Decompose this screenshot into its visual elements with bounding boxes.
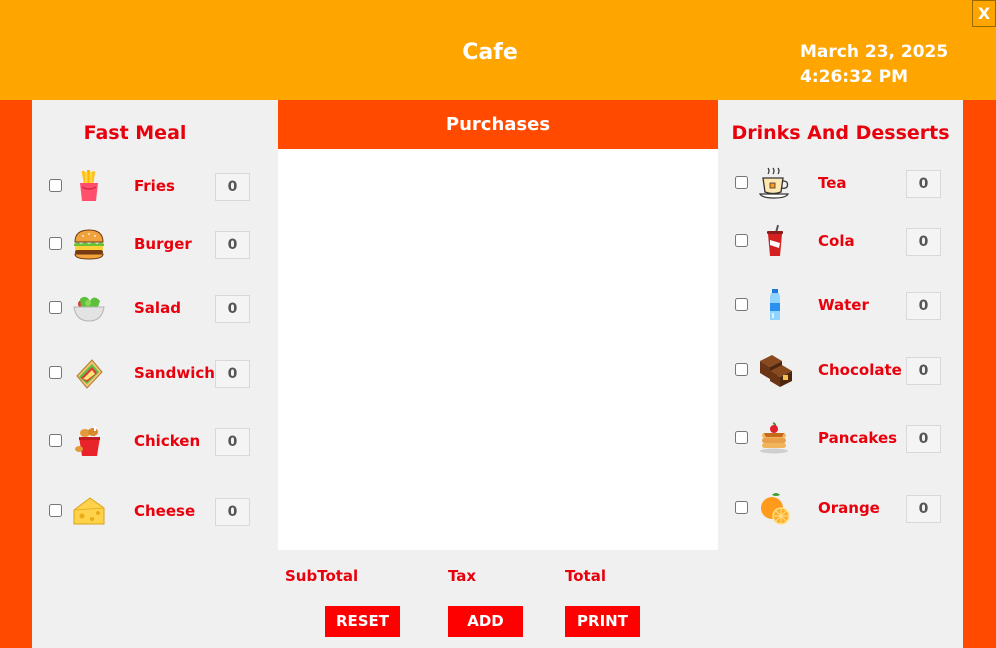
salad-icon (73, 296, 105, 322)
menu-item-salad: Salad 0 (32, 293, 278, 323)
pancakes-quantity-field[interactable]: 0 (906, 425, 941, 453)
pancakes-icon (760, 422, 788, 454)
salad-quantity-field[interactable]: 0 (215, 295, 250, 323)
burger-label: Burger (134, 235, 192, 253)
add-button[interactable]: ADD (448, 606, 523, 637)
fries-quantity-field[interactable]: 0 (215, 173, 250, 201)
chicken-bucket-icon (75, 426, 100, 456)
menu-item-cheese: Cheese 0 (32, 496, 278, 526)
menu-item-tea: Tea 0 (718, 167, 963, 199)
fast-meal-panel: Fast Meal Fries 0 Burger 0 Salad 0 Sandw… (32, 100, 278, 648)
water-quantity-field[interactable]: 0 (906, 292, 941, 320)
salad-checkbox[interactable] (49, 301, 62, 314)
fries-icon (80, 170, 98, 201)
reset-button[interactable]: RESET (325, 606, 400, 637)
cola-label: Cola (818, 232, 855, 250)
chicken-quantity-field[interactable]: 0 (215, 428, 250, 456)
burger-icon (74, 229, 104, 260)
fries-checkbox[interactable] (49, 179, 62, 192)
orange-checkbox[interactable] (735, 501, 748, 514)
menu-item-sandwich: Sandwich 0 (32, 358, 278, 389)
drinks-desserts-panel: Drinks And Desserts Tea 0 Cola 0 Water 0… (718, 100, 963, 648)
menu-item-orange: Orange 0 (718, 493, 963, 525)
water-checkbox[interactable] (735, 298, 748, 311)
sandwich-checkbox[interactable] (49, 366, 62, 379)
pancakes-checkbox[interactable] (735, 431, 748, 444)
sandwich-icon (76, 359, 103, 389)
total-label: Total (565, 567, 606, 585)
sandwich-quantity-field[interactable]: 0 (215, 360, 250, 388)
tea-quantity-field[interactable]: 0 (906, 170, 941, 198)
tea-label: Tea (818, 174, 847, 192)
chocolate-checkbox[interactable] (735, 363, 748, 376)
cola-quantity-field[interactable]: 0 (906, 228, 941, 256)
water-label: Water (818, 296, 869, 314)
close-button[interactable]: X (972, 0, 996, 27)
burger-checkbox[interactable] (49, 237, 62, 250)
chocolate-quantity-field[interactable]: 0 (906, 357, 941, 385)
fries-label: Fries (134, 177, 175, 195)
title-bar: Cafe March 23, 2025 4:26:32 PM (0, 0, 996, 100)
datetime-display: March 23, 2025 4:26:32 PM (800, 40, 948, 90)
pancakes-label: Pancakes (818, 429, 898, 447)
purchases-header: Purchases (278, 100, 718, 149)
menu-item-water: Water 0 (718, 289, 963, 320)
drinks-desserts-title: Drinks And Desserts (731, 122, 950, 144)
chocolate-icon (760, 355, 792, 387)
menu-item-cola: Cola 0 (718, 224, 963, 256)
cheese-icon (73, 497, 105, 525)
tea-checkbox[interactable] (735, 176, 748, 189)
tax-label: Tax (448, 567, 477, 585)
cheese-checkbox[interactable] (49, 504, 62, 517)
menu-item-pancakes: Pancakes 0 (718, 422, 963, 454)
menu-item-chocolate: Chocolate 0 (718, 355, 963, 387)
cola-cup-icon (767, 224, 783, 256)
subtotal-label: SubTotal (285, 567, 359, 585)
chicken-label: Chicken (134, 432, 201, 450)
chocolate-label: Chocolate (818, 361, 902, 379)
chicken-checkbox[interactable] (49, 434, 62, 447)
menu-item-burger: Burger 0 (32, 229, 278, 260)
cheese-label: Cheese (134, 502, 196, 520)
totals-area: SubTotal Tax Total RESET ADD PRINT (278, 550, 718, 648)
menu-item-fries: Fries 0 (32, 170, 278, 201)
purchases-list[interactable] (278, 149, 718, 550)
orange-icon (761, 493, 790, 525)
sandwich-label: Sandwich (134, 364, 215, 382)
orange-quantity-field[interactable]: 0 (906, 495, 941, 523)
menu-item-chicken: Chicken 0 (32, 426, 278, 456)
orange-label: Orange (818, 499, 880, 517)
tea-cup-icon (759, 167, 789, 199)
water-bottle-icon (770, 289, 780, 320)
burger-quantity-field[interactable]: 0 (215, 231, 250, 259)
time-label: 4:26:32 PM (800, 67, 909, 87)
cola-checkbox[interactable] (735, 234, 748, 247)
cheese-quantity-field[interactable]: 0 (215, 498, 250, 526)
fast-meal-title: Fast Meal (83, 122, 187, 144)
print-button[interactable]: PRINT (565, 606, 640, 637)
salad-label: Salad (134, 299, 181, 317)
date-label: March 23, 2025 (800, 42, 949, 62)
